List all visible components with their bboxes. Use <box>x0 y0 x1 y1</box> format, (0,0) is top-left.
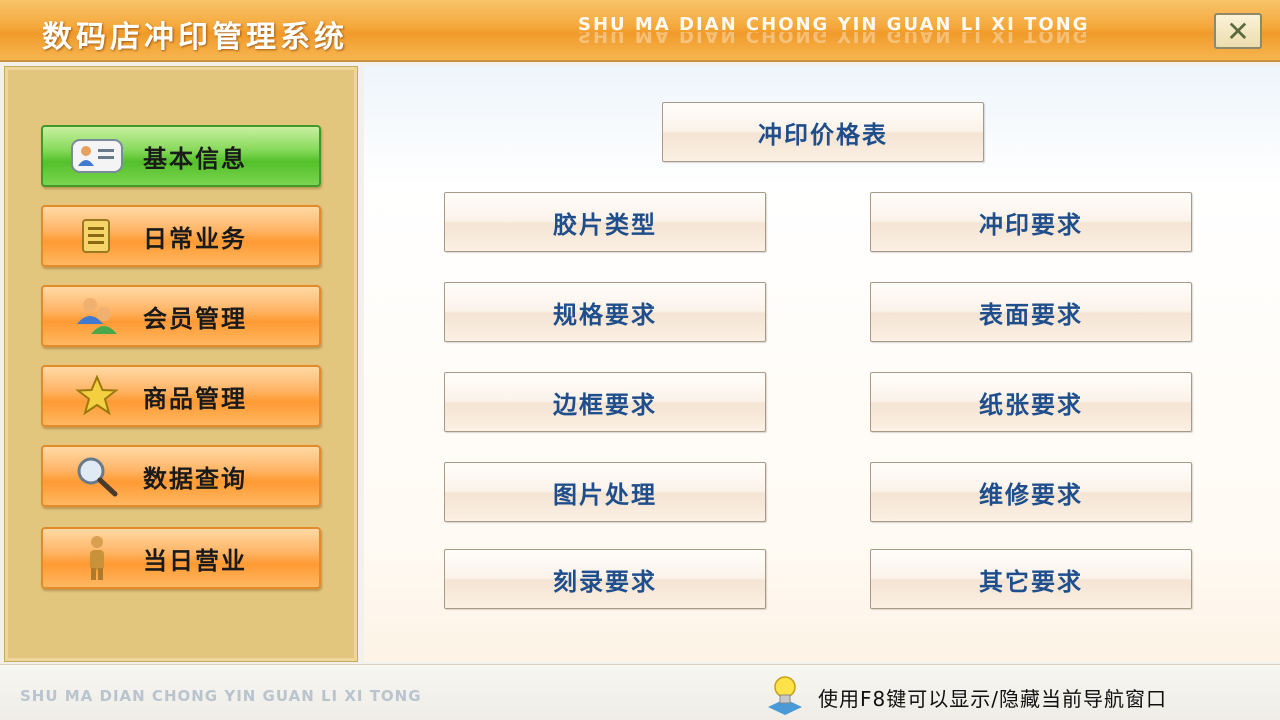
sidebar-item-label: 会员管理 <box>143 304 247 333</box>
image-processing-button[interactable]: 图片处理 <box>444 462 766 522</box>
burn-requirement-button[interactable]: 刻录要求 <box>444 549 766 609</box>
sidebar-item-daily-business[interactable]: 日常业务 <box>41 205 321 267</box>
title-bar: 数码店冲印管理系统 SHU MA DIAN CHONG YIN GUAN LI … <box>0 0 1280 62</box>
app-title: 数码店冲印管理系统 <box>42 20 348 55</box>
contact-card-icon <box>69 133 125 179</box>
sidebar-item-basic-info[interactable]: 基本信息 <box>41 125 321 187</box>
sidebar-item-daily-operation[interactable]: 当日营业 <box>41 527 321 589</box>
print-requirement-button[interactable]: 冲印要求 <box>870 192 1192 252</box>
main-panel: 冲印价格表 胶片类型 冲印要求 规格要求 表面要求 边框要求 纸张要求 图片处理… <box>364 66 1280 662</box>
surface-requirement-button[interactable]: 表面要求 <box>870 282 1192 342</box>
border-requirement-button[interactable]: 边框要求 <box>444 372 766 432</box>
users-icon <box>69 293 125 339</box>
sidebar-item-data-query[interactable]: 数据查询 <box>41 445 321 507</box>
repair-requirement-button[interactable]: 维修要求 <box>870 462 1192 522</box>
size-requirement-button[interactable]: 规格要求 <box>444 282 766 342</box>
notepad-icon <box>69 213 125 259</box>
sidebar-item-label: 数据查询 <box>143 464 247 493</box>
footer-pinyin: SHU MA DIAN CHONG YIN GUAN LI XI TONG <box>20 687 422 705</box>
lightbulb-icon <box>762 673 808 717</box>
other-requirement-button[interactable]: 其它要求 <box>870 549 1192 609</box>
pinyin-title-reflection: SHU MA DIAN CHONG YIN GUAN LI XI TONG <box>578 32 1090 46</box>
sidebar-item-goods-management[interactable]: 商品管理 <box>41 365 321 427</box>
magnifier-icon <box>69 453 125 499</box>
film-type-button[interactable]: 胶片类型 <box>444 192 766 252</box>
close-button[interactable]: ✕ <box>1214 13 1262 49</box>
status-bar: SHU MA DIAN CHONG YIN GUAN LI XI TONG 使用… <box>0 664 1280 720</box>
close-icon: ✕ <box>1226 14 1250 48</box>
sidebar: 基本信息 日常业务 会员管理 商品管理 数据查询 当日营业 <box>4 66 358 662</box>
sidebar-item-label: 基本信息 <box>143 144 247 173</box>
price-table-button[interactable]: 冲印价格表 <box>662 102 984 162</box>
paper-requirement-button[interactable]: 纸张要求 <box>870 372 1192 432</box>
sidebar-item-label: 商品管理 <box>143 384 247 413</box>
sidebar-item-label: 日常业务 <box>143 224 247 253</box>
star-icon <box>69 373 125 419</box>
sidebar-item-member-management[interactable]: 会员管理 <box>41 285 321 347</box>
navigation-toggle-hint: 使用F8键可以显示/隐藏当前导航窗口 <box>818 687 1167 711</box>
sidebar-item-label: 当日营业 <box>143 546 247 575</box>
person-icon <box>69 535 125 581</box>
